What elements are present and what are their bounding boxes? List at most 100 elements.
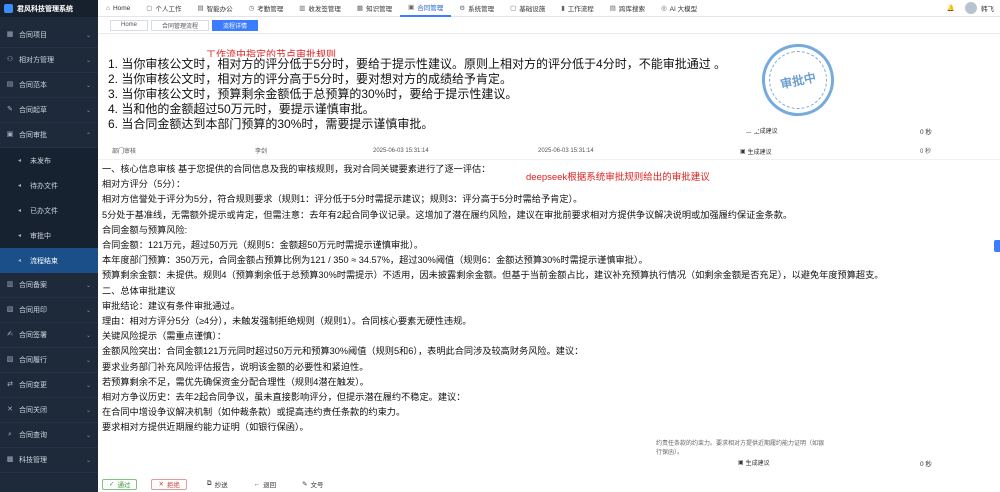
task-icon: ▨ xyxy=(6,356,14,363)
sidebar-item-tech[interactable]: ▩ 科技管理 ⌄ xyxy=(0,448,98,473)
analysis-line: 合同金额：121万元，超过50万元（规则5：金额超50万元时需提示谨慎审批）。 xyxy=(102,240,424,251)
top-navbar: ⌂ Home ▢ 个人工作 ▤ 智能办公 ◷ 考勤管理 ▥ 收发签管理 ▦ 知识管理 ▣ 合同… xyxy=(98,0,1000,17)
rule-line: 2. 当你审核公文时，相对方的评分高于5分时，要对想对方的成绩给予肯定。 xyxy=(108,72,513,86)
topnav-system[interactable]: ⚙ 系统管理 xyxy=(451,0,502,17)
rule-line: 1. 当你审核公文时，相对方的评分低于5分时，要给于提示性建议。原则上相对方的评… xyxy=(108,57,727,71)
topnav-label: 工作流程 xyxy=(567,6,594,13)
ai-icon: ◎ xyxy=(660,5,667,12)
chevron-down-icon: ⌄ xyxy=(85,432,91,439)
sidebar-item-label: 合同签署 xyxy=(19,332,47,339)
sidebar-item-contract-project[interactable]: ▦ 合同项目 ⌄ xyxy=(0,23,98,48)
app-root: 君风科技管理系统 ▦ 合同项目 ⌄ ⚇ 相对方管理 ⌄ ▤ 合同范本 ⌄ ✎ 合同起草 ⌄ ▣ 合… xyxy=(0,0,1000,492)
avatar[interactable] xyxy=(965,2,977,14)
tab-contract-flow[interactable]: 合同管理流程 xyxy=(151,19,210,31)
excerpt-line: 行保函）。 xyxy=(656,450,684,456)
sidebar-item-query[interactable]: ⌕ 合同查询 ⌄ xyxy=(0,423,98,448)
bell-icon[interactable]: 🔔 xyxy=(947,4,955,12)
topnav-office[interactable]: ▤ 智能办公 xyxy=(189,0,240,17)
topnav-label: 考勤管理 xyxy=(257,6,284,13)
sidebar-item-label: 合同范本 xyxy=(19,82,47,89)
sidebar-sub-label: 未发布 xyxy=(30,157,51,165)
topnav-contract[interactable]: ▣ 合同管理 xyxy=(400,0,452,17)
analysis-line: 相对方争议历史：去年2起合同争议，虽未直接影响评分，但提示潜在履约不稳定。建议： xyxy=(102,392,466,403)
bullet-icon: ◂ xyxy=(18,258,22,264)
topnav-label: 智能办公 xyxy=(206,6,233,13)
sparkle-icon: ▣ xyxy=(738,460,744,466)
approve-button[interactable]: ✓ 通过 xyxy=(102,478,138,490)
side-drawer-handle[interactable] xyxy=(994,240,1000,252)
sidebar-item-perform[interactable]: ▨ 合同履行 ⌄ xyxy=(0,348,98,373)
chip-icon: ▩ xyxy=(6,456,14,463)
topnav-home[interactable]: ⌂ Home xyxy=(98,0,138,17)
tab-label: 流程详情 xyxy=(223,23,248,30)
sidebar-item-seal[interactable]: ▧ 合同用印 ⌄ xyxy=(0,298,98,323)
start-time: 2025-06-03 15:31:14 xyxy=(373,147,429,154)
file-icon: ▤ xyxy=(6,81,14,88)
sidebar-item-label: 合同起草 xyxy=(19,107,47,114)
sidebar-sub-label: 流程结束 xyxy=(30,257,58,265)
analysis-line: 要求相对方提供近期履约能力证明（如银行保函）。 xyxy=(102,422,309,433)
analysis-line: 本年度部门预算：350万元，合同金额占预算比例为121 / 350 ≈ 34.5… xyxy=(102,255,648,266)
chevron-down-icon: ⌄ xyxy=(85,107,91,114)
sidebar-sub-finished[interactable]: ◂ 流程结束 xyxy=(0,248,98,273)
analysis-line: 理由：相对方评分5分（≥4分），未触发强制拒绝规则（规则1）。合同核心要素无硬性… xyxy=(102,316,472,327)
chevron-down-icon: ⌄ xyxy=(85,407,91,414)
action-bar: ✓ 通过 ✕ 拒绝 ⧉ 抄送 ← 退回 ✎ 文号 xyxy=(98,476,1000,492)
sidebar-item-approval[interactable]: ▣ 合同审批 ⌃ xyxy=(0,123,98,148)
sidebar-sub-label: 审批中 xyxy=(30,232,51,240)
user-name[interactable]: 韩飞 xyxy=(981,3,994,13)
chevron-down-icon: ⌄ xyxy=(85,32,91,39)
topnav-knowledge[interactable]: ▦ 知识管理 xyxy=(349,0,400,17)
button-label: 退回 xyxy=(263,482,277,489)
topnav-attendance[interactable]: ◷ 考勤管理 xyxy=(241,0,292,17)
topnav-label: 系统管理 xyxy=(468,6,495,13)
topnav-ai[interactable]: ◎ AI 大模型 xyxy=(653,0,705,17)
button-label: 文号 xyxy=(310,482,324,489)
sidebar-item-label: 合同查询 xyxy=(19,432,47,439)
sidebar-item-change[interactable]: ⇄ 合同变更 ⌄ xyxy=(0,373,98,398)
dept-label: 部门审核 xyxy=(112,149,137,155)
topnav-label: 知识管理 xyxy=(366,6,393,13)
sidebar-item-sign[interactable]: ✍ 合同签署 ⌄ xyxy=(0,323,98,348)
button-label: 生成建议 xyxy=(747,150,772,156)
sidebar-item-filing[interactable]: ▥ 合同备案 ⌄ xyxy=(0,273,98,298)
return-button[interactable]: ← 退回 xyxy=(248,479,283,490)
generate-suggestion-button-3[interactable]: ▣ 生成建议 xyxy=(738,458,770,467)
sidebar-sub-done[interactable]: ◂ 已办文件 xyxy=(0,198,98,223)
chevron-down-icon: ⌄ xyxy=(85,332,91,339)
chevron-down-icon: ⌄ xyxy=(85,307,91,314)
sidebar-sub-inprogress[interactable]: ◂ 审批中 xyxy=(0,223,98,248)
sidebar-item-counterparty[interactable]: ⚇ 相对方管理 ⌄ xyxy=(0,48,98,73)
pen-icon: ✍ xyxy=(7,331,13,338)
gear-icon: ⚙ xyxy=(459,5,466,12)
sidebar-item-template[interactable]: ▤ 合同范本 ⌄ xyxy=(0,73,98,98)
topnav-infra[interactable]: ▢ 基础设施 xyxy=(502,0,553,17)
topnav-workflow[interactable]: ▮ 工作流程 xyxy=(553,0,602,17)
button-label: 拒绝 xyxy=(166,482,180,489)
topnav-personal[interactable]: ▢ 个人工作 xyxy=(138,0,189,17)
topnav-inbox[interactable]: ▥ 收发签管理 xyxy=(291,0,349,17)
reject-button[interactable]: ✕ 拒绝 xyxy=(151,478,187,490)
topnav-search[interactable]: ▤ 跨库搜索 xyxy=(602,0,653,17)
inbox-icon: ▥ xyxy=(299,5,306,12)
tab-flow-detail[interactable]: 流程详情 xyxy=(212,19,259,31)
analysis-line: 二、总体审批建议 xyxy=(102,285,176,296)
sidebar-sub-label: 已办文件 xyxy=(30,207,58,215)
bullet-icon: ◂ xyxy=(18,158,22,164)
doc-icon: ✎ xyxy=(302,481,308,488)
sidebar-item-close[interactable]: ✕ 合同关闭 ⌄ xyxy=(0,398,98,423)
sidebar-sub-unpublished[interactable]: ◂ 未发布 xyxy=(0,148,98,173)
generate-suggestion-button-2[interactable]: ▣ 生成建议 xyxy=(740,147,772,156)
doc-number-button[interactable]: ✎ 文号 xyxy=(296,479,329,490)
analysis-line: 一、核心信息审核 基于您提供的合同信息及我的审核规则，我对合同关键要素进行了逐一… xyxy=(102,164,491,174)
topnav-label: Home xyxy=(112,4,131,12)
stamp-icon: ▧ xyxy=(6,306,14,313)
home-icon: ⌂ xyxy=(106,4,110,12)
sidebar-item-draft[interactable]: ✎ 合同起草 ⌄ xyxy=(0,98,98,123)
search-icon: ▤ xyxy=(609,5,616,12)
analysis-line: 审批结论：建议有条件审批通过。 xyxy=(102,300,240,311)
tab-home[interactable]: Home xyxy=(110,19,149,31)
approval-record-row: 部门审核 李剑 2025-06-03 15:31:14 2025-06-03 1… xyxy=(98,142,1000,160)
sidebar-sub-todo[interactable]: ◂ 待办文件 xyxy=(0,173,98,198)
cc-button[interactable]: ⧉ 抄送 xyxy=(201,479,234,490)
